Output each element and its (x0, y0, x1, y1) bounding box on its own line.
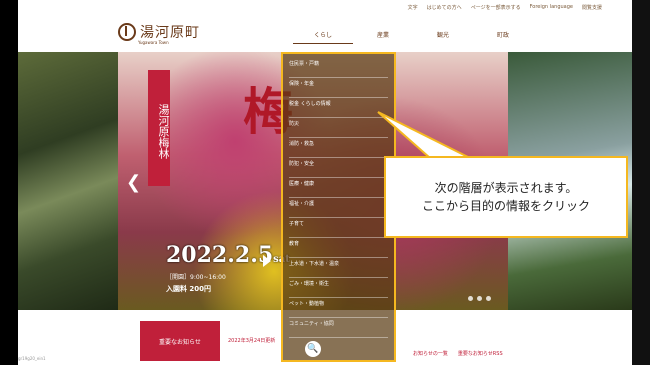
notice-rss-link[interactable]: 重要なお知らせRSS (458, 350, 503, 357)
dropdown-item-fukushi[interactable]: 福祉・介護 (289, 198, 388, 218)
dropdown-item-hoken[interactable]: 保険・年金 (289, 78, 388, 98)
nav-chosei[interactable]: 町政 (473, 30, 533, 44)
nav-sangyo[interactable]: 産業 (353, 30, 413, 44)
dropdown-item-juminhyo[interactable]: 住民票・戸籍 (289, 58, 388, 78)
nav-kanko[interactable]: 観光 (413, 30, 473, 44)
prev-slide-icon[interactable]: ❮ (126, 172, 141, 193)
logo-subtitle: Yugawara Town (138, 40, 169, 45)
kurashi-dropdown-menu: 住民票・戸籍 保険・年金 税金 くらしの情報 防災 消防・救急 防犯・安全 医療… (281, 52, 396, 362)
slide-dot[interactable] (468, 296, 473, 301)
dropdown-item-kosodate[interactable]: 子育て (289, 218, 388, 238)
hero-date: 2022.2.5sat (166, 242, 290, 268)
status-bar-text: gr19g20_ein1 (18, 356, 46, 361)
notice-links: お知らせの一覧 重要なお知らせRSS (413, 350, 503, 357)
hero-left-photo (18, 52, 118, 310)
dropdown-item-community[interactable]: コミュニティ・協同 (289, 318, 388, 338)
callout-line-1: 次の階層が表示されます。 (434, 181, 578, 195)
util-link-accessibility[interactable]: 閲覧支援 (582, 4, 602, 11)
util-link-display[interactable]: ページを一部表示する (471, 4, 521, 11)
important-notice-label: 重要なお知らせ (140, 321, 220, 361)
dropdown-item-kyoiku[interactable]: 教育 (289, 238, 388, 258)
town-emblem-icon (118, 23, 136, 41)
dropdown-item-shobo[interactable]: 消防・救急 (289, 138, 388, 158)
slide-dot[interactable] (477, 296, 482, 301)
window-edge (632, 0, 650, 365)
global-nav: くらし 産業 観光 町政 (293, 30, 533, 44)
search-icon[interactable]: 🔍 (305, 341, 321, 357)
dropdown-item-gomi[interactable]: ごみ・環境・衛生 (289, 278, 388, 298)
nav-kurashi[interactable]: くらし (293, 30, 353, 44)
slide-dot[interactable] (486, 296, 491, 301)
logo-text: 湯河原町 (140, 25, 200, 41)
dropdown-item-iryo[interactable]: 医療・健康 (289, 178, 388, 198)
hero-banner: 湯河原梅林 (148, 70, 170, 186)
notice-list-link[interactable]: お知らせの一覧 (413, 350, 448, 357)
callout-line-2: ここから目的の情報をクリック (421, 199, 590, 213)
util-link-foreign[interactable]: Foreign language (530, 4, 573, 11)
dropdown-item-bosai[interactable]: 防災 (289, 118, 388, 138)
instruction-callout: 次の階層が表示されます。 ここから目的の情報をクリック (384, 156, 628, 238)
dropdown-item-suido[interactable]: 上水道・下水道・温泉 (289, 258, 388, 278)
hero-date-value: 2022.2.5 (166, 242, 274, 268)
dropdown-item-pet[interactable]: ペット・動植物 (289, 298, 388, 318)
play-icon[interactable] (263, 255, 271, 267)
hero-hours: ［開園］9:00~16:00 (166, 274, 226, 281)
dropdown-item-zeikin[interactable]: 税金 くらしの情報 (289, 98, 388, 118)
hero-fee: 入園料 200円 (166, 285, 212, 293)
notice-date: 2022年3月24日更新 (228, 338, 276, 344)
slide-dots (468, 296, 491, 301)
utility-links: 文字 はじめての方へ ページを一部表示する Foreign language 閲… (408, 4, 602, 11)
dropdown-item-bohan[interactable]: 防犯・安全 (289, 158, 388, 178)
util-link-first-time[interactable]: はじめての方へ (427, 4, 462, 11)
site-logo[interactable]: 湯河原町 (118, 22, 200, 42)
util-link-text-size[interactable]: 文字 (408, 4, 418, 11)
